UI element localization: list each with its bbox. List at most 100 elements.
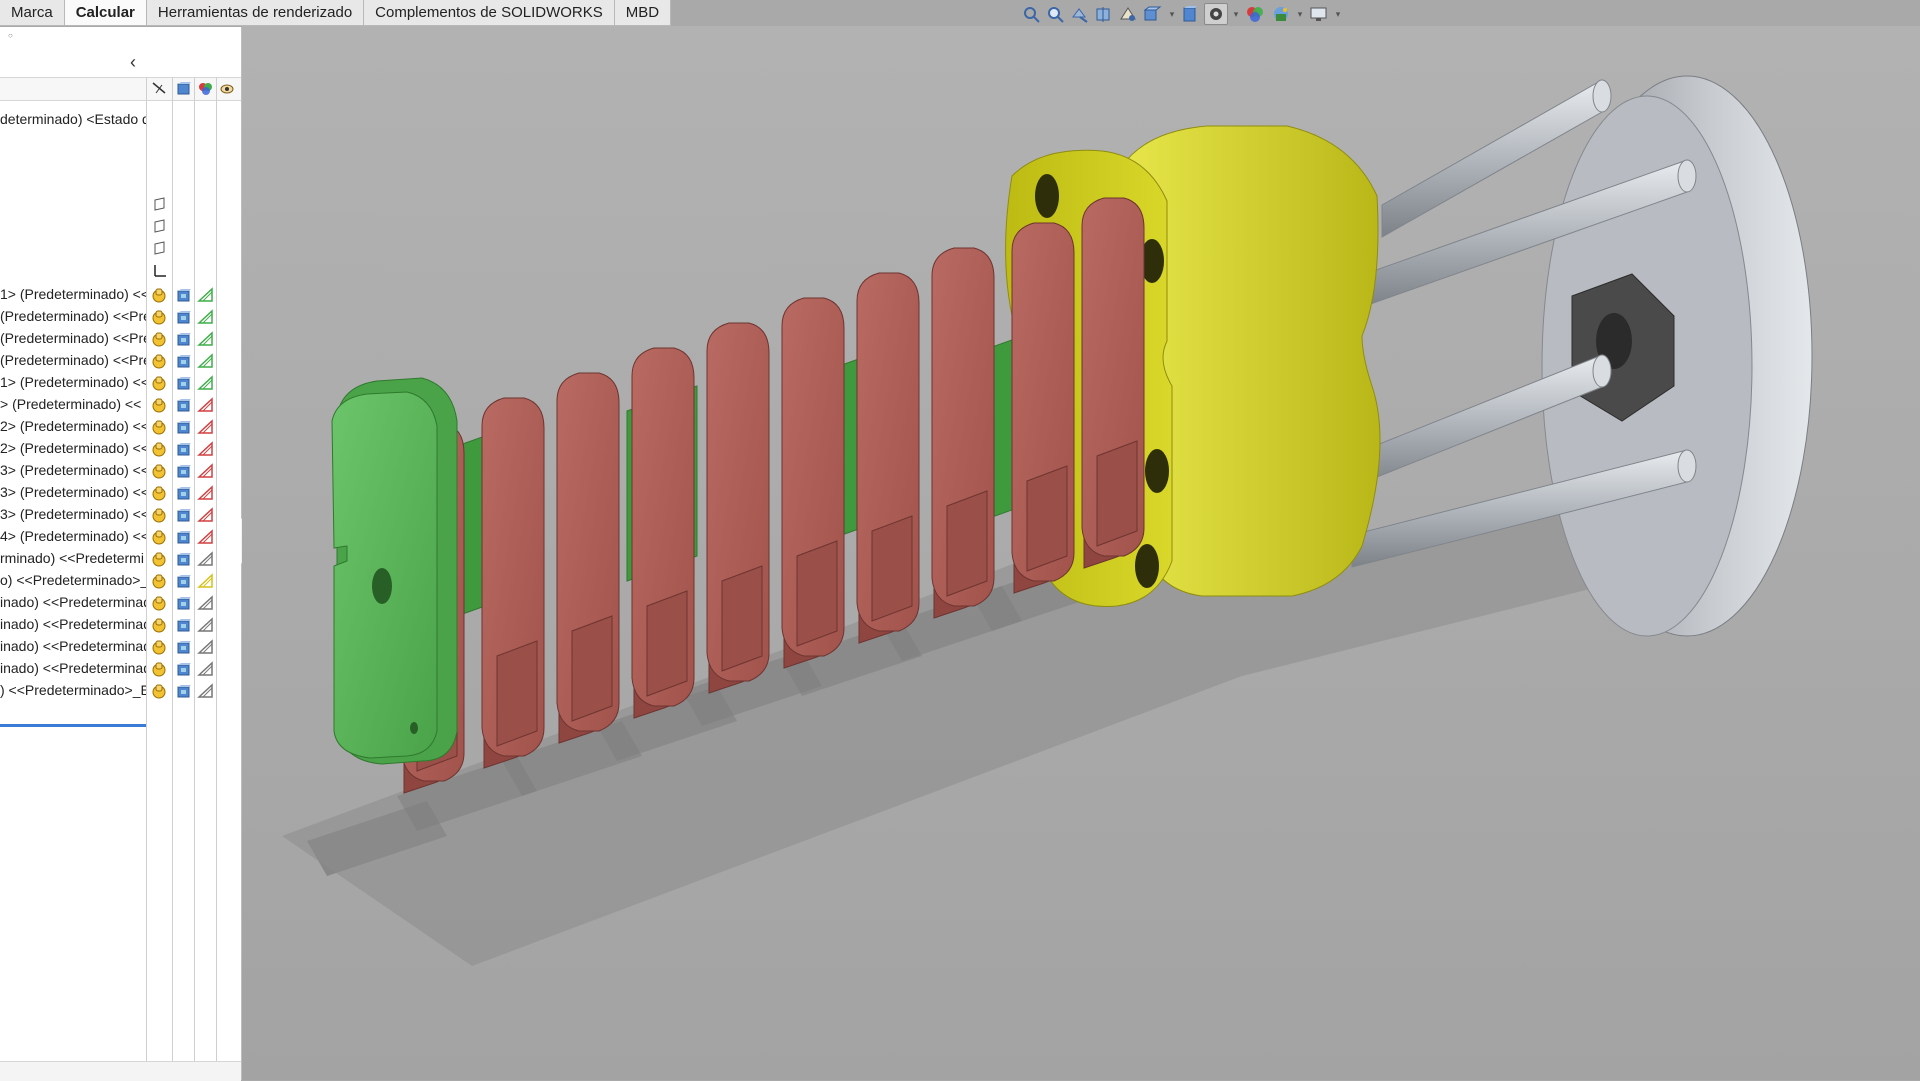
appearance-triangle-icon[interactable] (197, 661, 215, 682)
display-state-icon[interactable] (176, 419, 192, 440)
hand-icon[interactable] (151, 485, 167, 506)
plane-icon[interactable] (152, 241, 166, 260)
appearance-triangle-icon[interactable] (197, 331, 215, 352)
display-state-column-icon[interactable] (176, 81, 192, 100)
tree-row[interactable]: (Predeterminado) <<Pre (0, 328, 241, 350)
hand-icon[interactable] (151, 419, 167, 440)
display-state-icon[interactable] (176, 287, 192, 308)
tree-row[interactable]: inado) <<Predeterminad (0, 614, 241, 636)
tree-row[interactable]: inado) <<Predeterminad (0, 592, 241, 614)
tree-row[interactable]: ) <<Predeterminado>_E (0, 680, 241, 702)
display-state-icon[interactable] (176, 573, 192, 594)
edit-appearance-icon[interactable] (1244, 4, 1266, 24)
display-state-icon[interactable] (176, 661, 192, 682)
appearance-triangle-icon[interactable] (197, 507, 215, 528)
hand-icon[interactable] (151, 375, 167, 396)
tab-mbd[interactable]: MBD (615, 0, 672, 25)
hand-icon[interactable] (151, 397, 167, 418)
tree-row[interactable]: 3> (Predeterminado) << (0, 460, 241, 482)
display-state-icon[interactable] (176, 485, 192, 506)
display-state-icon[interactable] (176, 529, 192, 550)
chevron-down-icon[interactable]: ▾ (1296, 4, 1304, 24)
display-style-icon[interactable] (1180, 4, 1200, 24)
appearance-triangle-icon[interactable] (197, 309, 215, 330)
chevron-down-icon[interactable]: ▾ (1232, 4, 1240, 24)
tree-root-label[interactable]: determinado) <Estado de (0, 111, 146, 127)
display-state-icon[interactable] (176, 463, 192, 484)
tree-row[interactable]: 4> (Predeterminado) << (0, 526, 241, 548)
suppress-column-icon[interactable] (151, 81, 167, 100)
tree-row[interactable]: > (Predeterminado) << (0, 394, 241, 416)
display-state-icon[interactable] (176, 551, 192, 572)
tree-row[interactable]: inado) <<Predeterminad (0, 636, 241, 658)
tree-row[interactable]: 1> (Predeterminado) << (0, 372, 241, 394)
graphics-area[interactable] (242, 26, 1920, 1080)
appearance-triangle-icon[interactable] (197, 529, 215, 550)
appearance-triangle-icon[interactable] (197, 375, 215, 396)
hand-icon[interactable] (151, 441, 167, 462)
display-state-icon[interactable] (176, 331, 192, 352)
hand-icon[interactable] (151, 287, 167, 308)
display-state-icon[interactable] (176, 617, 192, 638)
display-state-icon[interactable] (176, 683, 192, 704)
display-state-icon[interactable] (176, 595, 192, 616)
tree-row[interactable]: rminado) <<Predetermi (0, 548, 241, 570)
display-state-icon[interactable] (176, 441, 192, 462)
tab-herramientas-renderizado[interactable]: Herramientas de renderizado (147, 0, 365, 25)
zoom-fit-icon[interactable] (1022, 4, 1042, 24)
appearance-triangle-icon[interactable] (197, 287, 215, 308)
view-orientation-icon[interactable] (1142, 4, 1164, 24)
tree-row[interactable]: (Predeterminado) <<Pre (0, 306, 241, 328)
tree-row[interactable]: o) <<Predeterminado>_ (0, 570, 241, 592)
tree-row[interactable]: 1> (Predeterminado) << (0, 284, 241, 306)
collapse-panel-icon[interactable]: ‹ (130, 52, 136, 73)
plane-icon[interactable] (152, 197, 166, 216)
hand-icon[interactable] (151, 551, 167, 572)
appearance-triangle-icon[interactable] (197, 485, 215, 506)
display-state-icon[interactable] (176, 375, 192, 396)
tree-row[interactable]: inado) <<Predeterminad (0, 658, 241, 680)
dynamic-annotation-icon[interactable] (1118, 4, 1138, 24)
tree-row[interactable]: 2> (Predeterminado) << (0, 416, 241, 438)
appearance-triangle-icon[interactable] (197, 397, 215, 418)
origin-icon[interactable] (152, 263, 168, 284)
appearance-triangle-icon[interactable] (197, 353, 215, 374)
appearance-triangle-icon[interactable] (197, 683, 215, 704)
display-state-icon[interactable] (176, 353, 192, 374)
visibility-column-icon[interactable] (219, 81, 235, 100)
panel-handle-icon[interactable]: ○ (8, 31, 13, 40)
appearance-triangle-icon[interactable] (197, 441, 215, 462)
hand-icon[interactable] (151, 309, 167, 330)
hand-icon[interactable] (151, 617, 167, 638)
tab-complementos-solidworks[interactable]: Complementos de SOLIDWORKS (364, 0, 615, 25)
hand-icon[interactable] (151, 595, 167, 616)
appearance-triangle-icon[interactable] (197, 595, 215, 616)
apply-scene-icon[interactable] (1270, 4, 1292, 24)
hand-icon[interactable] (151, 529, 167, 550)
hide-show-icon[interactable] (1204, 3, 1228, 25)
chevron-down-icon[interactable]: ▾ (1334, 4, 1342, 24)
appearance-triangle-icon[interactable] (197, 419, 215, 440)
hand-icon[interactable] (151, 353, 167, 374)
hand-icon[interactable] (151, 507, 167, 528)
hand-icon[interactable] (151, 661, 167, 682)
hand-icon[interactable] (151, 331, 167, 352)
plane-icon[interactable] (152, 219, 166, 238)
tree-row[interactable]: 2> (Predeterminado) << (0, 438, 241, 460)
appearance-triangle-icon[interactable] (197, 573, 215, 594)
appearance-triangle-icon[interactable] (197, 617, 215, 638)
appearance-triangle-icon[interactable] (197, 463, 215, 484)
appearance-triangle-icon[interactable] (197, 639, 215, 660)
tab-marca[interactable]: Marca (0, 0, 65, 25)
view-settings-icon[interactable] (1308, 4, 1330, 24)
hand-icon[interactable] (151, 639, 167, 660)
zoom-area-icon[interactable] (1046, 4, 1066, 24)
hand-icon[interactable] (151, 683, 167, 704)
display-state-icon[interactable] (176, 507, 192, 528)
tree-row[interactable]: 3> (Predeterminado) << (0, 504, 241, 526)
chevron-down-icon[interactable]: ▾ (1168, 4, 1176, 24)
section-view-icon[interactable] (1094, 4, 1114, 24)
tree-row[interactable]: (Predeterminado) <<Pre (0, 350, 241, 372)
appearance-triangle-icon[interactable] (197, 551, 215, 572)
tree-row[interactable]: 3> (Predeterminado) << (0, 482, 241, 504)
